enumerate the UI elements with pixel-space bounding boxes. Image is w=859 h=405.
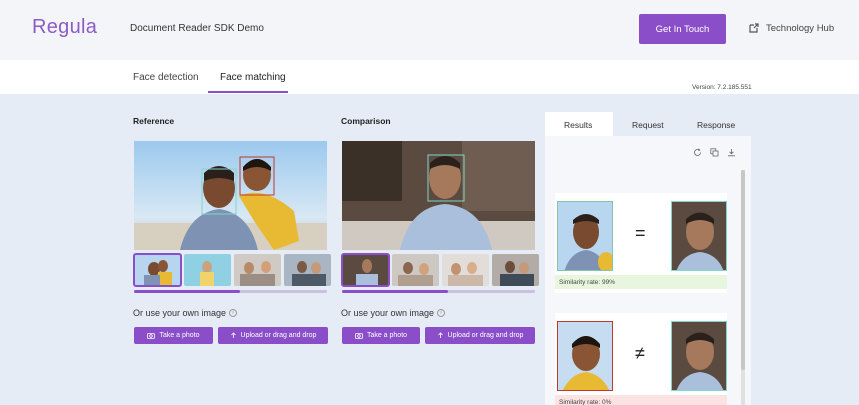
match-symbol: =	[635, 223, 646, 243]
header: Regula Document Reader SDK Demo Get In T…	[0, 0, 859, 60]
result-card-match: = Similarity rate: 99%	[555, 193, 727, 293]
tab-face-detection[interactable]: Face detection	[133, 72, 199, 83]
reference-thumbnail[interactable]	[184, 254, 231, 286]
reference-thumbnails-scrollbar[interactable]	[134, 290, 327, 293]
comparison-face	[671, 201, 727, 271]
comparison-thumbnails	[341, 253, 539, 287]
reference-face	[557, 201, 613, 271]
take-photo-label: Take a photo	[366, 332, 408, 339]
mode-tabs: Face detection Face matching Version: 7.…	[0, 60, 859, 94]
active-tab-indicator	[208, 91, 288, 93]
reference-thumbnail[interactable]	[234, 254, 281, 286]
own-image-label: Or use your own image	[133, 308, 227, 318]
comparison-face	[671, 321, 727, 391]
reference-take-photo-button[interactable]: Take a photo	[134, 327, 213, 344]
info-icon[interactable]: i	[229, 309, 238, 317]
reference-thumbnail[interactable]	[133, 253, 182, 287]
upload-icon	[230, 332, 236, 338]
scrollbar-thumb[interactable]	[134, 290, 241, 293]
reference-upload-button[interactable]: Upload or drag and drop	[218, 327, 328, 344]
comparison-thumbnail[interactable]	[492, 254, 539, 286]
comparison-thumbnail[interactable]	[341, 253, 390, 287]
scrollbar-thumb[interactable]	[342, 290, 449, 293]
comparison-title: Comparison	[341, 116, 391, 126]
comparison-own-image: Or use your own image i	[341, 308, 446, 318]
external-link-icon	[749, 23, 759, 33]
camera-icon	[147, 333, 156, 339]
technology-hub-link[interactable]: Technology Hub	[748, 22, 834, 34]
tab-request[interactable]: Request	[632, 120, 664, 130]
reference-thumbnails	[133, 253, 331, 287]
reference-image	[134, 141, 327, 250]
upload-label: Upload or drag and drop	[447, 332, 524, 339]
reference-title: Reference	[133, 116, 175, 126]
comparison-thumbnail[interactable]	[392, 254, 439, 286]
reference-face	[557, 321, 613, 391]
upload-label: Upload or drag and drop	[240, 332, 317, 339]
result-card-mismatch: ≠ Similarity rate: 0%	[555, 313, 727, 405]
comparison-image	[342, 141, 535, 250]
scrollbar-thumb[interactable]	[741, 170, 745, 370]
app-title: Document Reader SDK Demo	[130, 23, 264, 34]
panel-toolbar	[693, 148, 736, 157]
upload-icon	[437, 332, 443, 338]
similarity-rate: Similarity rate: 0%	[555, 395, 727, 405]
results-panel: = Similarity rate: 99% ≠ Similarity rate…	[545, 136, 751, 405]
mismatch-symbol: ≠	[635, 343, 645, 363]
reference-own-image: Or use your own image i	[133, 308, 238, 318]
reference-thumbnail[interactable]	[284, 254, 331, 286]
info-icon[interactable]: i	[437, 309, 446, 317]
technology-hub-label: Technology Hub	[766, 22, 835, 34]
tab-results[interactable]: Results	[564, 120, 592, 130]
tab-response[interactable]: Response	[697, 120, 735, 130]
version-label: Version: 7.2.185.551	[692, 84, 752, 91]
similarity-rate: Similarity rate: 99%	[555, 275, 727, 289]
tab-face-matching[interactable]: Face matching	[220, 72, 286, 83]
logo[interactable]: Regula	[32, 16, 97, 39]
take-photo-label: Take a photo	[159, 332, 200, 339]
comparison-thumbnail[interactable]	[442, 254, 489, 286]
comparison-take-photo-button[interactable]: Take a photo	[342, 327, 420, 344]
own-image-label: Or use your own image	[341, 308, 435, 318]
camera-icon	[355, 333, 363, 339]
comparison-upload-button[interactable]: Upload or drag and drop	[425, 327, 535, 344]
comparison-thumbnails-scrollbar[interactable]	[342, 290, 535, 293]
results-scrollbar[interactable]	[741, 170, 745, 405]
download-icon[interactable]	[727, 148, 736, 157]
get-in-touch-button[interactable]: Get In Touch	[639, 14, 726, 44]
refresh-icon[interactable]	[693, 148, 702, 157]
copy-icon[interactable]	[710, 148, 719, 157]
